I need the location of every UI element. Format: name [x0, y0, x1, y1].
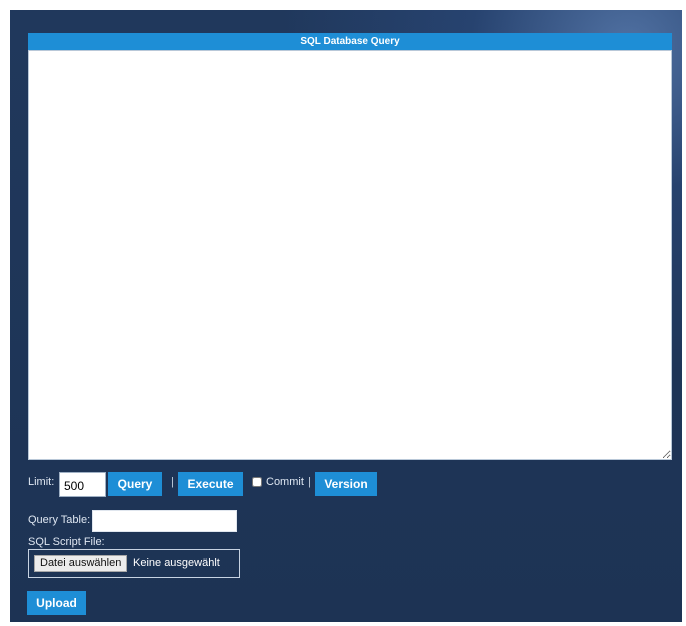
upload-button[interactable]: Upload	[27, 591, 86, 615]
sql-script-file-label: SQL Script File:	[28, 536, 105, 548]
commit-label: Commit	[266, 476, 304, 488]
separator: |	[171, 476, 174, 488]
file-status: Keine ausgewählt	[133, 557, 220, 569]
separator: |	[308, 476, 311, 488]
sql-query-editor[interactable]	[28, 50, 672, 460]
query-table-input[interactable]	[92, 510, 237, 532]
version-button[interactable]: Version	[315, 472, 377, 496]
execute-button[interactable]: Execute	[178, 472, 243, 496]
query-table-label: Query Table:	[28, 514, 91, 526]
limit-input[interactable]	[59, 472, 106, 497]
query-button[interactable]: Query	[108, 472, 162, 496]
panel-title: SQL Database Query	[28, 33, 672, 50]
limit-label: Limit:	[28, 476, 55, 488]
choose-file-button[interactable]: Datei auswählen	[34, 555, 128, 572]
file-picker: Datei auswählen Keine ausgewählt	[28, 549, 240, 578]
commit-checkbox[interactable]	[252, 477, 262, 487]
app-panel: SQL Database Query Limit: Query | Execut…	[10, 10, 682, 622]
